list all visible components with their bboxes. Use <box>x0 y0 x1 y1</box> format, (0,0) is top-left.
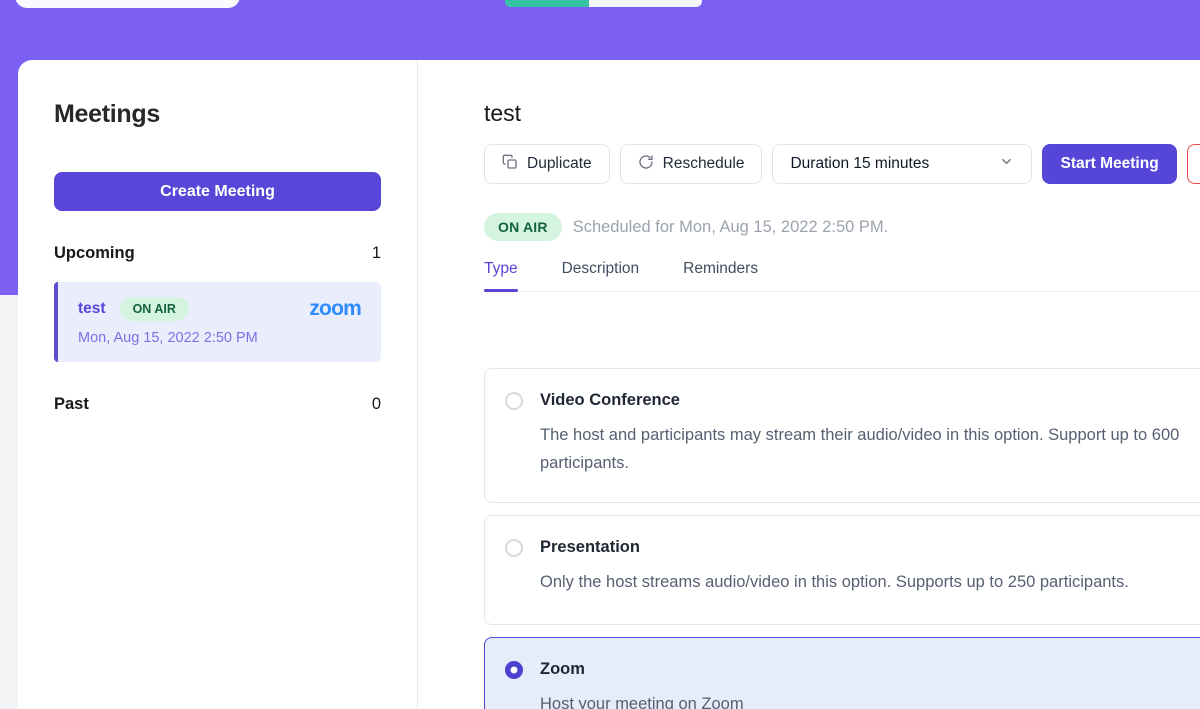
tab-type[interactable]: Type <box>484 260 518 291</box>
topbar-progress-bar <box>505 0 702 7</box>
tab-description[interactable]: Description <box>562 260 640 291</box>
option-title: Zoom <box>540 660 585 679</box>
meeting-detail: test Duplicate Reschedule Duration 15 mi… <box>418 60 1200 709</box>
duplicate-label: Duplicate <box>527 155 592 173</box>
upcoming-section-header: Upcoming 1 <box>54 244 381 263</box>
option-description: Only the host streams audio/video in thi… <box>540 568 1200 596</box>
copy-icon <box>502 154 518 175</box>
video-conference-radio[interactable] <box>505 392 523 410</box>
topbar-search-pill[interactable] <box>15 0 240 8</box>
option-zoom[interactable]: Zoom Host your meeting on Zoom <box>484 637 1200 709</box>
past-count: 0 <box>372 395 381 414</box>
duration-select[interactable]: Duration 15 minutes <box>772 144 1032 184</box>
option-video-conference[interactable]: Video Conference The host and participan… <box>484 368 1200 503</box>
option-title: Video Conference <box>540 391 680 410</box>
delete-meeting-button[interactable] <box>1187 144 1200 184</box>
meeting-name: test <box>78 300 106 318</box>
past-section-header: Past 0 <box>54 395 381 414</box>
on-air-badge: ON AIR <box>120 297 189 321</box>
meeting-datetime: Mon, Aug 15, 2022 2:50 PM <box>78 330 361 346</box>
option-presentation[interactable]: Presentation Only the host streams audio… <box>484 515 1200 625</box>
duplicate-button[interactable]: Duplicate <box>484 144 610 184</box>
scheduled-text: Scheduled for Mon, Aug 15, 2022 2:50 PM. <box>573 218 889 237</box>
option-description: The host and participants may stream the… <box>540 421 1200 477</box>
meetings-sidebar: Meetings Create Meeting Upcoming 1 test … <box>18 60 418 709</box>
option-title: Presentation <box>540 538 640 557</box>
meeting-list-item[interactable]: test ON AIR zoom Mon, Aug 15, 2022 2:50 … <box>54 282 381 362</box>
page-title: test <box>484 100 1200 127</box>
toolbar: Duplicate Reschedule Duration 15 minutes… <box>484 144 1200 184</box>
reschedule-button[interactable]: Reschedule <box>620 144 763 184</box>
topbar-progress-fill <box>505 0 589 7</box>
duration-value: Duration 15 minutes <box>790 155 929 173</box>
chevron-down-icon <box>999 154 1014 174</box>
tab-bar: Type Description Reminders <box>484 260 1200 292</box>
zoom-radio[interactable] <box>505 661 523 679</box>
option-description: Host your meeting on Zoom <box>540 690 1200 709</box>
upcoming-label: Upcoming <box>54 244 135 263</box>
refresh-icon <box>638 154 654 175</box>
start-meeting-button[interactable]: Start Meeting <box>1042 144 1176 184</box>
sidebar-title: Meetings <box>54 100 381 129</box>
upcoming-count: 1 <box>372 244 381 263</box>
on-air-status-badge: ON AIR <box>484 213 562 241</box>
tab-reminders[interactable]: Reminders <box>683 260 758 291</box>
status-row: ON AIR Scheduled for Mon, Aug 15, 2022 2… <box>484 213 1200 241</box>
presentation-radio[interactable] <box>505 539 523 557</box>
reschedule-label: Reschedule <box>663 155 745 173</box>
create-meeting-button[interactable]: Create Meeting <box>54 172 381 211</box>
past-label: Past <box>54 395 89 414</box>
meetings-panel: Meetings Create Meeting Upcoming 1 test … <box>18 60 1200 709</box>
zoom-logo: zoom <box>309 297 361 321</box>
meeting-type-options: Video Conference The host and participan… <box>484 368 1200 709</box>
